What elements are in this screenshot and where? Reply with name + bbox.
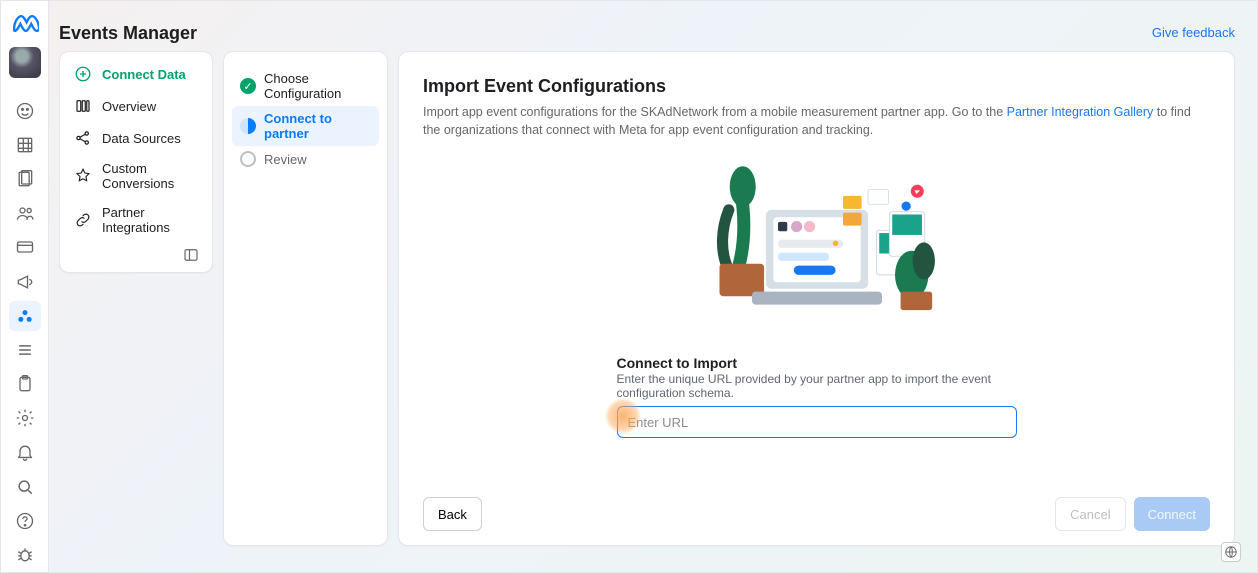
- plus-circle-icon: [74, 65, 92, 83]
- rail-bell-icon[interactable]: [9, 437, 41, 467]
- rail-megaphone-icon[interactable]: [9, 266, 41, 296]
- sidenav-connect-data[interactable]: Connect Data: [66, 58, 206, 90]
- rail-emoji-icon[interactable]: [9, 96, 41, 126]
- rail-bug-icon[interactable]: [9, 540, 41, 570]
- step-label: Choose Configuration: [264, 71, 371, 101]
- rail-search-icon[interactable]: [9, 471, 41, 501]
- give-feedback-link[interactable]: Give feedback: [1152, 25, 1235, 40]
- sidenav-label: Overview: [102, 99, 156, 114]
- progress-half-icon: [240, 118, 256, 134]
- connect-heading: Connect to Import: [617, 355, 1017, 371]
- step-choose-configuration[interactable]: Choose Configuration: [232, 66, 379, 106]
- step-review[interactable]: Review: [232, 146, 379, 172]
- rail-help-icon[interactable]: [9, 506, 41, 536]
- sidenav-partner-integrations[interactable]: Partner Integrations: [66, 198, 206, 242]
- sidenav-label: Custom Conversions: [102, 161, 198, 191]
- partner-gallery-link[interactable]: Partner Integration Gallery: [1007, 105, 1154, 119]
- rail-clipboard-icon[interactable]: [9, 369, 41, 399]
- rail-grid-icon[interactable]: [9, 130, 41, 160]
- share-nodes-icon: [74, 129, 92, 147]
- connect-section: Connect to Import Enter the unique URL p…: [617, 349, 1017, 438]
- sidenav-label: Connect Data: [102, 67, 186, 82]
- step-label: Review: [264, 152, 307, 167]
- connect-button[interactable]: Connect: [1134, 497, 1210, 531]
- sidenav-custom-conversions[interactable]: Custom Conversions: [66, 154, 206, 198]
- main-title: Import Event Configurations: [423, 76, 1210, 97]
- main-footer: Back Cancel Connect: [423, 485, 1210, 531]
- columns-icon: [74, 97, 92, 115]
- check-circle-icon: [240, 78, 256, 94]
- rail-settings-icon[interactable]: [9, 403, 41, 433]
- rail-people-icon[interactable]: [9, 198, 41, 228]
- back-button[interactable]: Back: [423, 497, 482, 531]
- sidenav-data-sources[interactable]: Data Sources: [66, 122, 206, 154]
- illustration: [423, 147, 1210, 347]
- main-description: Import app event configurations for the …: [423, 103, 1210, 139]
- step-label: Connect to partner: [264, 111, 371, 141]
- side-nav: Connect Data Overview Data Sources Custo…: [59, 51, 213, 273]
- page-title: Events Manager: [59, 23, 197, 44]
- sidenav-collapse-button[interactable]: [66, 242, 206, 264]
- sidenav-overview[interactable]: Overview: [66, 90, 206, 122]
- meta-logo-icon: [11, 9, 39, 35]
- cancel-button[interactable]: Cancel: [1055, 497, 1125, 531]
- url-input[interactable]: [617, 406, 1017, 438]
- circle-outline-icon: [240, 151, 256, 167]
- account-avatar[interactable]: [9, 47, 41, 77]
- main-panel: Import Event Configurations Import app e…: [398, 51, 1235, 546]
- stepper: Choose Configuration Connect to partner …: [223, 51, 388, 546]
- rail-events-icon[interactable]: [9, 301, 41, 331]
- link-icon: [74, 211, 92, 229]
- rail-menu-icon[interactable]: [9, 335, 41, 365]
- star-gear-icon: [74, 167, 92, 185]
- step-connect-to-partner[interactable]: Connect to partner: [232, 106, 379, 146]
- sidenav-label: Data Sources: [102, 131, 181, 146]
- globe-icon[interactable]: [1221, 542, 1241, 562]
- rail-card-icon[interactable]: [9, 232, 41, 262]
- connect-subtext: Enter the unique URL provided by your pa…: [617, 372, 1017, 400]
- desc-text-1: Import app event configurations for the …: [423, 105, 1007, 119]
- sidenav-label: Partner Integrations: [102, 205, 198, 235]
- left-rail: [1, 1, 49, 572]
- rail-doc-icon[interactable]: [9, 164, 41, 194]
